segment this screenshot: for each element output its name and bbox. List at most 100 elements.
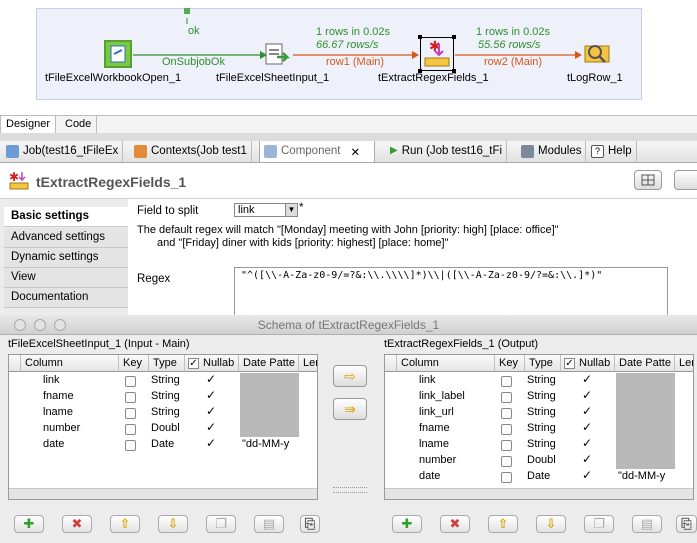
nullable-check-icon[interactable]: ✓ xyxy=(582,453,593,465)
column-header-length[interactable]: Ler xyxy=(675,355,693,372)
type-cell[interactable]: Doubl xyxy=(151,422,185,434)
horizontal-scrollbar[interactable] xyxy=(9,488,317,499)
nullable-check-icon[interactable]: ✓ xyxy=(582,469,593,481)
table-row[interactable]: lname String ✓ xyxy=(385,437,693,453)
nullable-check-icon[interactable]: ✓ xyxy=(582,389,593,401)
key-checkbox[interactable] xyxy=(125,440,136,451)
field-to-split-select[interactable]: link ▼ xyxy=(234,203,298,217)
column-header-key[interactable]: Key xyxy=(495,355,525,372)
row2-link-label[interactable]: row2 (Main) xyxy=(484,56,542,68)
type-cell[interactable]: String xyxy=(527,390,561,402)
tab-modules[interactable]: Modules xyxy=(517,141,587,162)
tab-basic-settings[interactable]: Basic settings xyxy=(4,207,128,227)
move-up-button[interactable]: ⇧ xyxy=(110,515,140,533)
column-header-date-pattern[interactable]: Date Patte xyxy=(615,355,675,372)
column-name-cell[interactable]: link_label xyxy=(419,390,493,402)
extract-regex-node[interactable]: ✱ xyxy=(420,37,454,71)
copy-selected-button[interactable]: ⇨ xyxy=(333,365,367,387)
type-cell[interactable]: String xyxy=(151,374,185,386)
sheet-input-node[interactable] xyxy=(263,41,291,69)
copy-button[interactable]: ❐ xyxy=(206,515,236,533)
sash[interactable] xyxy=(0,133,697,141)
horizontal-scrollbar[interactable] xyxy=(385,488,693,499)
date-pattern-cell[interactable]: "dd-MM-y xyxy=(242,438,298,450)
column-name-cell[interactable]: number xyxy=(419,454,493,466)
key-checkbox[interactable] xyxy=(501,456,512,467)
tab-advanced-settings[interactable]: Advanced settings xyxy=(4,228,128,248)
log-row-node[interactable] xyxy=(583,40,611,68)
check-icon[interactable]: ✓ xyxy=(564,358,575,369)
column-name-cell[interactable]: link_url xyxy=(419,406,493,418)
close-icon[interactable]: ✕ xyxy=(350,145,360,162)
add-row-button-output[interactable]: ✚ xyxy=(392,515,422,533)
paste-button[interactable]: ▤ xyxy=(254,515,284,533)
column-name-cell[interactable]: link xyxy=(43,374,117,386)
remove-row-button-output[interactable]: ✖ xyxy=(440,515,470,533)
key-checkbox[interactable] xyxy=(501,408,512,419)
tab-designer[interactable]: Designer xyxy=(0,116,57,133)
column-name-cell[interactable]: link xyxy=(419,374,493,386)
key-checkbox[interactable] xyxy=(125,424,136,435)
type-cell[interactable]: String xyxy=(151,406,185,418)
type-cell[interactable]: String xyxy=(527,406,561,418)
type-cell[interactable]: String xyxy=(527,438,561,450)
table-row[interactable]: number Doubl ✓ xyxy=(9,421,317,437)
key-checkbox[interactable] xyxy=(501,440,512,451)
table-row[interactable]: link_url String ✓ xyxy=(385,405,693,421)
output-schema-table[interactable]: Column Key Type Nullab ✓ Date Patte Ler … xyxy=(384,354,694,500)
column-name-cell[interactable]: fname xyxy=(419,422,493,434)
copy-button-output[interactable]: ❐ xyxy=(584,515,614,533)
type-cell[interactable]: Date xyxy=(151,438,185,450)
table-row[interactable]: date Date ✓ "dd-MM-y xyxy=(385,469,693,485)
paste-button-output[interactable]: ▤ xyxy=(632,515,662,533)
tab-run[interactable]: ▶ Run (Job test16_tFi xyxy=(386,141,508,162)
tab-dynamic-settings[interactable]: Dynamic settings xyxy=(4,248,128,268)
column-name-cell[interactable]: fname xyxy=(43,390,117,402)
tab-component[interactable]: Component ✕ xyxy=(259,141,375,162)
nullable-check-icon[interactable]: ✓ xyxy=(206,437,217,449)
date-pattern-cell[interactable]: "dd-MM-y xyxy=(618,470,674,482)
table-row[interactable]: date Date ✓ "dd-MM-y xyxy=(9,437,317,453)
input-schema-table[interactable]: Column Key Type Nullab ✓ Date Patte Ler … xyxy=(8,354,318,500)
table-row[interactable]: link_label String ✓ xyxy=(385,389,693,405)
resize-grip[interactable] xyxy=(333,487,367,493)
nullable-check-icon[interactable]: ✓ xyxy=(582,421,593,433)
column-header-key[interactable]: Key xyxy=(119,355,149,372)
key-checkbox[interactable] xyxy=(125,408,136,419)
move-down-button[interactable]: ⇩ xyxy=(158,515,188,533)
move-up-button-output[interactable]: ⇧ xyxy=(488,515,518,533)
import-button-output[interactable]: ⎘ xyxy=(676,515,697,533)
column-header-type[interactable]: Type xyxy=(149,355,185,372)
column-header-date-pattern[interactable]: Date Patte xyxy=(239,355,299,372)
key-checkbox[interactable] xyxy=(125,376,136,387)
table-row[interactable]: lname String ✓ xyxy=(9,405,317,421)
move-down-button-output[interactable]: ⇩ xyxy=(536,515,566,533)
table-row[interactable]: link String ✓ xyxy=(9,373,317,389)
tab-view[interactable]: View xyxy=(4,268,128,288)
column-header-column[interactable]: Column xyxy=(397,355,495,372)
column-name-cell[interactable]: date xyxy=(43,438,117,450)
type-cell[interactable]: Doubl xyxy=(527,454,561,466)
regex-input[interactable]: "^([\\-A-Za-z0-9/=?&:\\.\\\\]*)\\|([\\-A… xyxy=(234,267,668,317)
column-header-length[interactable]: Ler xyxy=(299,355,317,372)
nullable-check-icon[interactable]: ✓ xyxy=(206,389,217,401)
column-name-cell[interactable]: lname xyxy=(43,406,117,418)
column-name-cell[interactable]: date xyxy=(419,470,493,482)
type-cell[interactable]: String xyxy=(151,390,185,402)
window-zoom-button[interactable] xyxy=(54,319,66,331)
workbook-open-node[interactable] xyxy=(104,40,132,68)
key-checkbox[interactable] xyxy=(501,392,512,403)
key-checkbox[interactable] xyxy=(501,376,512,387)
column-name-cell[interactable]: lname xyxy=(419,438,493,450)
column-header-type[interactable]: Type xyxy=(525,355,561,372)
tab-help[interactable]: ? Help xyxy=(587,141,637,162)
column-name-cell[interactable]: number xyxy=(43,422,117,434)
type-cell[interactable]: Date xyxy=(527,470,561,482)
check-icon[interactable]: ✓ xyxy=(188,358,199,369)
key-checkbox[interactable] xyxy=(501,472,512,483)
table-row[interactable]: number Doubl ✓ xyxy=(385,453,693,469)
copy-all-button[interactable]: ⇛ xyxy=(333,398,367,420)
key-checkbox[interactable] xyxy=(125,392,136,403)
nullable-check-icon[interactable]: ✓ xyxy=(206,373,217,385)
tab-contexts[interactable]: Contexts(Job test1 xyxy=(130,141,252,162)
